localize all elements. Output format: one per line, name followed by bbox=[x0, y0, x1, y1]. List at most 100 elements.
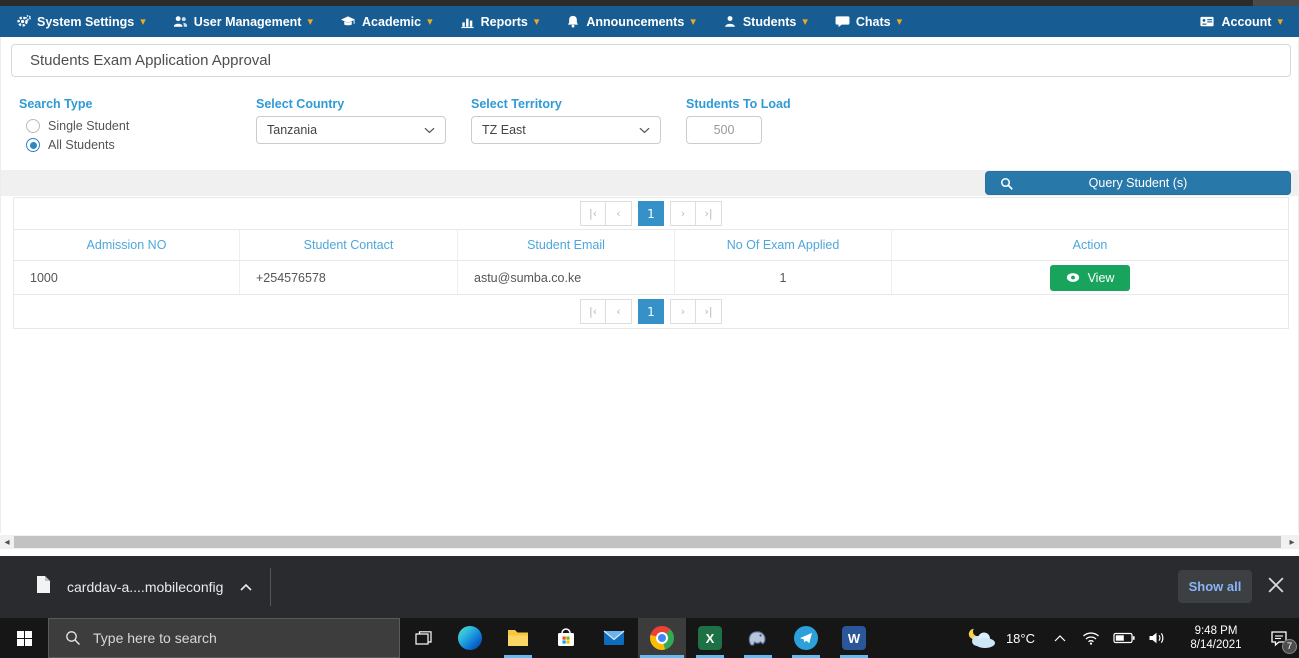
search-type-label: Search Type bbox=[19, 97, 92, 111]
taskbar-app-pgadmin[interactable] bbox=[734, 618, 782, 658]
taskbar-search-input[interactable] bbox=[93, 630, 353, 646]
chevron-up-icon[interactable] bbox=[239, 578, 253, 596]
cell-student-contact: +254576578 bbox=[239, 261, 457, 295]
word-icon: W bbox=[842, 626, 866, 650]
column-header-admission-no[interactable]: Admission NO bbox=[14, 230, 239, 260]
show-all-button[interactable]: Show all bbox=[1178, 570, 1252, 603]
chevron-down-icon: ▾ bbox=[140, 16, 146, 27]
pagination-page-1-button[interactable]: 1 bbox=[638, 201, 664, 226]
pagination-prev-button[interactable]: ‹ bbox=[606, 201, 632, 226]
bar-chart-icon bbox=[460, 14, 475, 29]
wifi-icon[interactable] bbox=[1075, 618, 1107, 658]
windows-logo-icon bbox=[16, 630, 33, 647]
pagination-next-button[interactable]: › bbox=[670, 201, 696, 226]
chevron-down-icon: ▾ bbox=[534, 16, 540, 27]
scroll-left-arrow[interactable]: ◂ bbox=[0, 535, 14, 549]
radio-icon-selected[interactable] bbox=[26, 138, 40, 152]
query-students-button[interactable]: Query Student (s) bbox=[985, 171, 1291, 195]
horizontal-scrollbar: ◂ ▸ bbox=[0, 535, 1299, 549]
view-button[interactable]: View bbox=[1050, 265, 1131, 291]
taskbar-app-edge[interactable] bbox=[446, 618, 494, 658]
mail-icon bbox=[602, 626, 626, 650]
taskbar-search-box[interactable] bbox=[48, 618, 400, 658]
nav-item-academic[interactable]: Academic ▾ bbox=[340, 14, 433, 29]
nav-item-account[interactable]: Account ▾ bbox=[1199, 14, 1283, 29]
taskbar-app-file-explorer[interactable] bbox=[494, 618, 542, 658]
students-to-load-input[interactable] bbox=[686, 116, 762, 144]
start-button[interactable] bbox=[0, 618, 48, 658]
radio-single-student[interactable]: Single Student bbox=[26, 119, 129, 133]
speaker-icon[interactable] bbox=[1141, 618, 1173, 658]
nav-item-user-management[interactable]: User Management ▾ bbox=[173, 14, 313, 29]
country-select[interactable]: Tanzania bbox=[256, 116, 446, 144]
pagination-group: › ›| bbox=[670, 299, 722, 324]
nav-label: User Management bbox=[194, 15, 302, 29]
pagination-page-1-button[interactable]: 1 bbox=[638, 299, 664, 324]
students-table-container: |‹ ‹ 1 › ›| Admission NO Student Contact… bbox=[13, 197, 1289, 329]
radio-all-students[interactable]: All Students bbox=[26, 138, 115, 152]
users-icon bbox=[173, 14, 188, 29]
pagination-prev-button[interactable]: ‹ bbox=[606, 299, 632, 324]
select-territory-label: Select Territory bbox=[471, 97, 562, 111]
cell-admission-no: 1000 bbox=[14, 261, 239, 295]
nav-label: Reports bbox=[481, 15, 528, 29]
taskbar-clock[interactable]: 9:48 PM 8/14/2021 bbox=[1179, 624, 1253, 652]
close-icon[interactable] bbox=[1268, 577, 1286, 595]
scrollbar-thumb[interactable] bbox=[14, 536, 1281, 548]
chevron-down-icon bbox=[639, 121, 650, 139]
radio-icon[interactable] bbox=[26, 119, 40, 133]
pagination-next-button[interactable]: › bbox=[670, 299, 696, 324]
radio-label: All Students bbox=[48, 138, 115, 152]
tray-chevron-up-icon[interactable] bbox=[1045, 618, 1075, 658]
country-select-value: Tanzania bbox=[267, 123, 424, 137]
pagination-last-button[interactable]: ›| bbox=[696, 201, 722, 226]
nav-item-system-settings[interactable]: System Settings ▾ bbox=[16, 14, 146, 29]
windows-taskbar: X W 18°C bbox=[0, 618, 1299, 658]
nav-item-students[interactable]: Students ▾ bbox=[723, 14, 808, 29]
territory-select[interactable]: TZ East bbox=[471, 116, 661, 144]
action-center-button[interactable]: 7 bbox=[1259, 618, 1299, 658]
student-icon bbox=[723, 14, 737, 29]
nav-label: System Settings bbox=[37, 15, 134, 29]
bell-icon bbox=[566, 14, 580, 29]
page-title-card: Students Exam Application Approval bbox=[11, 44, 1291, 77]
column-header-student-contact[interactable]: Student Contact bbox=[239, 230, 457, 260]
column-header-action[interactable]: Action bbox=[891, 230, 1288, 260]
main-content: Students Exam Application Approval Searc… bbox=[0, 37, 1299, 533]
pagination-first-button[interactable]: |‹ bbox=[580, 201, 606, 226]
taskbar-app-microsoft-store[interactable] bbox=[542, 618, 590, 658]
screen: System Settings ▾ User Management ▾ Acad… bbox=[0, 0, 1299, 658]
task-view-icon bbox=[414, 630, 432, 647]
taskbar-app-word[interactable]: W bbox=[830, 618, 878, 658]
nav-item-reports[interactable]: Reports ▾ bbox=[460, 14, 540, 29]
clock-time: 9:48 PM bbox=[1179, 624, 1253, 638]
gears-icon bbox=[16, 14, 31, 29]
edge-icon bbox=[458, 626, 482, 650]
pagination-last-button[interactable]: ›| bbox=[696, 299, 722, 324]
taskbar-app-excel[interactable]: X bbox=[686, 618, 734, 658]
download-item[interactable]: carddav-a....mobileconfig bbox=[20, 566, 269, 608]
table-header-row: Admission NO Student Contact Student Ema… bbox=[14, 229, 1288, 261]
radio-label: Single Student bbox=[48, 119, 129, 133]
taskbar-app-chrome[interactable] bbox=[638, 618, 686, 658]
download-bar-divider bbox=[270, 568, 271, 606]
temperature-label[interactable]: 18°C bbox=[1006, 631, 1035, 646]
nav-item-chats[interactable]: Chats ▾ bbox=[835, 14, 902, 29]
battery-icon[interactable] bbox=[1107, 618, 1141, 658]
column-header-student-email[interactable]: Student Email bbox=[457, 230, 674, 260]
pagination-first-button[interactable]: |‹ bbox=[580, 299, 606, 324]
graduation-cap-icon bbox=[340, 14, 356, 29]
taskbar-app-telegram[interactable] bbox=[782, 618, 830, 658]
chat-icon bbox=[835, 14, 850, 29]
notification-count-badge: 7 bbox=[1282, 639, 1297, 654]
column-header-exams-applied[interactable]: No Of Exam Applied bbox=[674, 230, 891, 260]
chevron-down-icon: ▾ bbox=[1277, 16, 1283, 27]
select-country-label: Select Country bbox=[256, 97, 344, 111]
task-view-button[interactable] bbox=[400, 618, 446, 658]
scroll-right-arrow[interactable]: ▸ bbox=[1285, 535, 1299, 549]
nav-item-announcements[interactable]: Announcements ▾ bbox=[566, 14, 695, 29]
download-filename: carddav-a....mobileconfig bbox=[67, 579, 223, 595]
taskbar-app-mail[interactable] bbox=[590, 618, 638, 658]
nav-label: Students bbox=[743, 15, 796, 29]
weather-icon[interactable] bbox=[964, 618, 1000, 658]
